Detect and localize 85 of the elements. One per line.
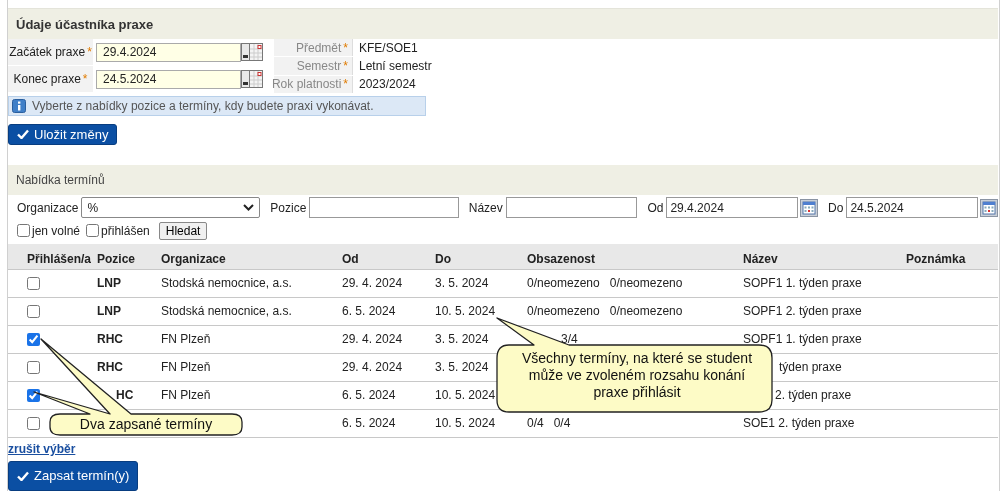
filter-label: Do bbox=[828, 200, 844, 215]
field-label: Začátek praxe * bbox=[8, 39, 93, 65]
table-cell: 29. 4. 2024 bbox=[342, 360, 403, 375]
save-button[interactable]: Uložit změny bbox=[8, 123, 118, 145]
table-cell: RHC bbox=[97, 332, 123, 347]
check-icon bbox=[17, 470, 29, 481]
table-cell: RHC bbox=[97, 360, 123, 375]
calendar-icon[interactable] bbox=[241, 43, 263, 61]
detail-label: Předmět * bbox=[274, 39, 352, 57]
row-checkbox[interactable] bbox=[27, 388, 40, 402]
row-checkbox[interactable] bbox=[27, 332, 40, 346]
table-cell: LNP bbox=[97, 304, 121, 319]
table-cell: FN Plzeň bbox=[161, 360, 211, 375]
table-cell: 0/neomezeno 0/neomezeno bbox=[527, 276, 683, 291]
table-cell: 10. 5. 2024 bbox=[435, 416, 496, 431]
table-cell: 29. 4. 2024 bbox=[342, 332, 403, 347]
submit-button[interactable]: Zapsat termín(y) bbox=[8, 460, 139, 491]
name-field[interactable] bbox=[505, 197, 638, 219]
date-field[interactable]: 29.4.2024 bbox=[96, 42, 241, 62]
column-header: Přihlášen/a bbox=[26, 251, 93, 266]
detail-label: Rok platnosti * bbox=[274, 75, 352, 93]
table-cell: Stodská nemocnice, a.s. bbox=[161, 304, 292, 319]
checkbox[interactable] bbox=[86, 224, 100, 238]
row-checkbox[interactable] bbox=[27, 276, 40, 290]
table-cell: 3. 5. 2024 bbox=[435, 276, 489, 291]
filter-label: Organizace bbox=[17, 200, 79, 215]
position-field[interactable] bbox=[309, 197, 459, 219]
filter-label: Od bbox=[647, 200, 664, 215]
calendar-icon[interactable] bbox=[241, 70, 263, 88]
table-cell: SOE1 2. týden praxe bbox=[743, 416, 855, 431]
table-cell: týden praxe bbox=[779, 360, 842, 375]
check-icon bbox=[17, 129, 29, 140]
table-cell: 2. týden praxe bbox=[775, 388, 852, 403]
row-checkbox[interactable] bbox=[27, 416, 40, 430]
date-field[interactable]: 24.5.2024 bbox=[96, 69, 241, 89]
checkbox-label: přihlášen bbox=[101, 223, 150, 238]
callout-text: Všechny termíny, na které se student může ve zvoleném rozsahu konání praxe přihlásit bbox=[520, 350, 754, 401]
table-cell: Stodská nemocnice, a.s. bbox=[161, 276, 292, 291]
info-message: Vyberte z nabídky pozice a termíny, kdy budete praxi vykonávat. bbox=[32, 98, 374, 113]
table-cell: 6. 5. 2024 bbox=[342, 388, 396, 403]
organization-select[interactable]: % bbox=[81, 197, 261, 219]
date-field[interactable]: 24.5.2024 bbox=[846, 197, 978, 219]
detail-value: KFE/SOE1 bbox=[352, 39, 434, 57]
table-cell: LNP bbox=[97, 276, 121, 291]
column-header: Název bbox=[743, 251, 779, 266]
section-title: Nabídka termínů bbox=[8, 164, 998, 195]
column-header: Pozice bbox=[97, 251, 136, 266]
detail-value: Letní semestr bbox=[352, 57, 434, 75]
checkbox[interactable] bbox=[17, 224, 30, 238]
info-icon bbox=[12, 98, 26, 113]
table-cell: FN Plzeň bbox=[161, 388, 211, 403]
field-label: Konec praxe * bbox=[8, 66, 93, 92]
table-cell: SOPF1 1. týden praxe bbox=[743, 332, 862, 347]
table-cell: HC bbox=[116, 388, 134, 403]
column-header: Poznámka bbox=[906, 251, 967, 266]
callout-text: Dva zapsané termíny bbox=[78, 416, 214, 433]
search-button[interactable]: Hledat bbox=[158, 221, 208, 240]
filter-label: Pozice bbox=[270, 200, 307, 215]
table-cell: SOPF1 1. týden praxe bbox=[743, 276, 862, 291]
table-cell: FN Plzeň bbox=[161, 332, 211, 347]
table-cell: 0/neomezeno 0/neomezeno bbox=[527, 304, 683, 319]
table-cell: 29. 4. 2024 bbox=[342, 276, 403, 291]
table-cell: 0/4 0/4 bbox=[527, 416, 571, 431]
date-field[interactable]: 29.4.2024 bbox=[666, 197, 799, 219]
table-cell: 10. 5. 2024 bbox=[435, 388, 496, 403]
table-cell: 3/4 bbox=[561, 332, 578, 347]
chevron-down-icon bbox=[243, 204, 255, 212]
column-header: Do bbox=[435, 251, 452, 266]
table-cell: 6. 5. 2024 bbox=[342, 416, 396, 431]
table-cell: 10. 5. 2024 bbox=[435, 304, 496, 319]
column-header: Organizace bbox=[161, 251, 227, 266]
detail-value: 2023/2024 bbox=[352, 75, 434, 93]
table-cell: 6. 5. 2024 bbox=[342, 304, 396, 319]
table-cell: 3. 5. 2024 bbox=[435, 360, 489, 375]
column-header: Od bbox=[342, 251, 360, 266]
table-cell: SOPF1 2. týden praxe bbox=[743, 304, 862, 319]
row-checkbox[interactable] bbox=[27, 304, 40, 318]
clear-selection-link[interactable]: zrušit výběr bbox=[8, 441, 76, 456]
section-title: Údaje účastníka praxe bbox=[8, 8, 998, 39]
detail-label: Semestr * bbox=[274, 57, 352, 75]
checkbox-label: jen volné bbox=[32, 223, 81, 238]
filter-label: Název bbox=[468, 200, 503, 215]
row-checkbox[interactable] bbox=[27, 360, 40, 374]
column-header: Obsazenost bbox=[527, 251, 596, 266]
table-cell: 3. 5. 2024 bbox=[435, 332, 489, 347]
